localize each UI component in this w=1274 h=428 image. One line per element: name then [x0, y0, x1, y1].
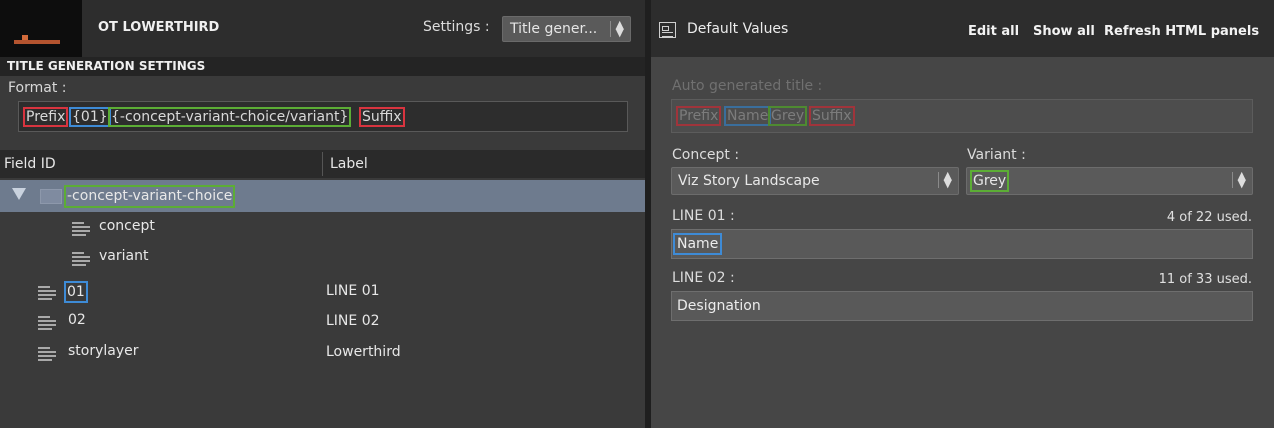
tree-row-02[interactable]: 02 LINE 02: [0, 306, 645, 338]
format-token-variant: {-concept-variant-choice/variant}: [108, 107, 352, 127]
document-icon: [72, 222, 92, 236]
format-token-prefix: Prefix: [23, 107, 69, 127]
settings-label: Settings :: [423, 19, 490, 35]
stepper-icon: ▲ ▼: [609, 19, 624, 38]
tree-row-01[interactable]: 01 LINE 01: [0, 276, 645, 308]
column-label[interactable]: Label: [330, 156, 368, 172]
tree-row-label: LINE 02: [326, 313, 380, 329]
settings-select[interactable]: Title gener... ▲ ▼: [502, 16, 631, 42]
left-header: OT LOWERTHIRD Settings : Title gener... …: [0, 0, 645, 57]
auto-token-prefix: Prefix: [676, 106, 722, 126]
tree-header: Field ID Label: [0, 150, 645, 178]
tree-row-id: -concept-variant-choice: [64, 185, 236, 208]
right-header: Default Values Edit all Show all Refresh…: [651, 0, 1274, 57]
template-title: OT LOWERTHIRD: [98, 20, 220, 35]
document-icon: [38, 347, 58, 361]
variant-label: Variant :: [967, 147, 1026, 163]
line02-value: Designation: [677, 298, 761, 314]
line02-count: 11 of 33 used.: [1158, 272, 1252, 287]
variant-select-value: Grey: [970, 170, 1010, 192]
auto-token-name: Name: [724, 106, 772, 126]
format-token-01: {01}: [69, 107, 111, 127]
tree-row-label: Lowerthird: [326, 344, 401, 360]
stepper-icon: ▲ ▼: [937, 170, 952, 189]
line01-count: 4 of 22 used.: [1166, 210, 1252, 225]
auto-title-field: Prefix Name Grey Suffix: [671, 99, 1253, 133]
folder-icon: [40, 189, 62, 204]
auto-title-label: Auto generated title :: [672, 78, 823, 94]
document-icon: [38, 316, 58, 330]
tree-row-variant[interactable]: variant: [0, 242, 645, 274]
section-title: TITLE GENERATION SETTINGS: [0, 57, 645, 76]
tree-row-id: storylayer: [68, 343, 139, 359]
column-separator[interactable]: [322, 152, 323, 176]
stepper-icon: ▲ ▼: [1231, 170, 1246, 189]
document-icon: [38, 286, 58, 300]
auto-token-suffix: Suffix: [809, 106, 855, 126]
line01-input[interactable]: Name: [671, 229, 1253, 259]
format-field[interactable]: Prefix {01} {-concept-variant-choice/var…: [18, 101, 628, 132]
panel-icon: [659, 22, 676, 38]
concept-select[interactable]: Viz Story Landscape ▲ ▼: [671, 167, 959, 195]
line02-label: LINE 02 :: [672, 270, 735, 286]
tree-row-id: concept: [99, 218, 155, 234]
line01-label: LINE 01 :: [672, 208, 735, 224]
document-icon: [72, 252, 92, 266]
settings-select-value: Title gener...: [510, 21, 598, 37]
default-values-title: Default Values: [687, 21, 789, 37]
auto-token-grey: Grey: [768, 106, 808, 126]
template-thumbnail: [0, 0, 82, 57]
show-all-button[interactable]: Show all: [1033, 24, 1095, 39]
tree-row-storylayer[interactable]: storylayer Lowerthird: [0, 337, 645, 369]
concept-label: Concept :: [672, 147, 740, 163]
column-field-id[interactable]: Field ID: [4, 156, 56, 172]
format-token-suffix: Suffix: [359, 107, 405, 127]
tree-row-id: variant: [99, 248, 149, 264]
concept-select-value: Viz Story Landscape: [678, 173, 820, 189]
format-label: Format :: [8, 80, 67, 96]
refresh-html-panels-button[interactable]: Refresh HTML panels: [1104, 24, 1259, 39]
tree-row-concept[interactable]: concept: [0, 212, 645, 244]
tree-row-id: 02: [68, 312, 86, 328]
edit-all-button[interactable]: Edit all: [968, 24, 1019, 39]
tree-row-id: 01: [64, 281, 88, 303]
tree-row-label: LINE 01: [326, 283, 380, 299]
line02-input[interactable]: Designation: [671, 291, 1253, 321]
line01-value: Name: [673, 233, 723, 255]
variant-select[interactable]: Grey ▲ ▼: [966, 167, 1253, 195]
triangle-down-icon[interactable]: [12, 188, 26, 200]
tree-row-concept-variant-choice[interactable]: -concept-variant-choice: [0, 180, 645, 212]
